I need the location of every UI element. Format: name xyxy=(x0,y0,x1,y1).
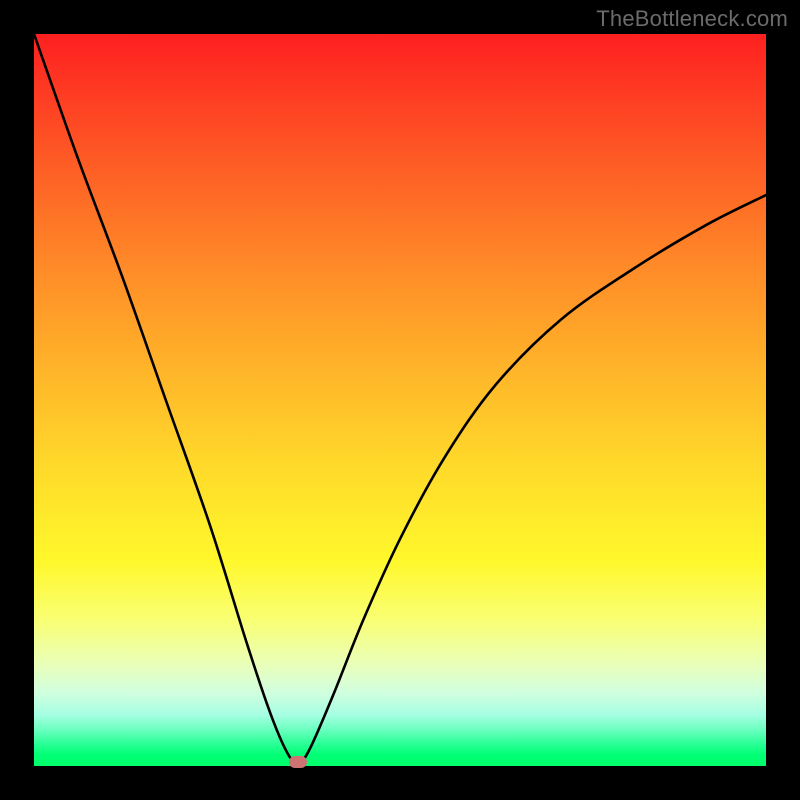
watermark-text: TheBottleneck.com xyxy=(596,6,788,32)
chart-frame: TheBottleneck.com xyxy=(0,0,800,800)
curve-layer xyxy=(34,34,766,766)
plot-area xyxy=(34,34,766,766)
optimal-point-marker xyxy=(289,756,307,768)
bottleneck-curve xyxy=(34,34,766,765)
